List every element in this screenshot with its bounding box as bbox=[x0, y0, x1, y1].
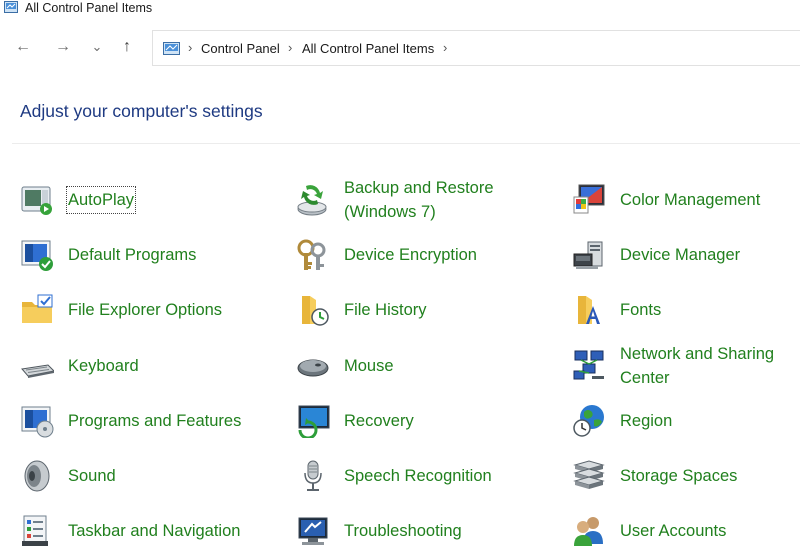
breadcrumb-separator[interactable]: › bbox=[288, 40, 292, 55]
item-label-line2[interactable]: Center bbox=[620, 366, 670, 390]
color-management-icon bbox=[573, 184, 605, 214]
address-bar[interactable]: › Control Panel › All Control Panel Item… bbox=[152, 30, 800, 66]
storage-spaces-icon bbox=[573, 460, 605, 489]
breadcrumb-separator[interactable]: › bbox=[443, 40, 447, 55]
file-history-icon bbox=[302, 296, 329, 326]
breadcrumb-control-panel[interactable]: Control Panel bbox=[201, 41, 280, 56]
item-label[interactable]: AutoPlay bbox=[65, 186, 137, 214]
item-label[interactable]: Color Management bbox=[620, 188, 760, 212]
item-label[interactable]: Recovery bbox=[344, 409, 414, 433]
page-heading: Adjust your computer's settings bbox=[20, 101, 263, 121]
item-label[interactable]: Storage Spaces bbox=[620, 464, 737, 488]
navigation-bar: ← → ⌄ ↑ › Control Panel › All Control Pa… bbox=[0, 30, 800, 66]
backup-restore-icon bbox=[297, 185, 327, 216]
forward-button[interactable]: → bbox=[54, 38, 72, 56]
default-programs-icon bbox=[21, 240, 53, 271]
back-button[interactable]: ← bbox=[14, 38, 32, 56]
item-label[interactable]: File Explorer Options bbox=[68, 298, 222, 322]
device-manager-icon bbox=[573, 241, 603, 269]
control-panel-icon bbox=[163, 42, 180, 55]
item-label[interactable]: Taskbar and Navigation bbox=[68, 519, 240, 543]
taskbar-navigation-icon bbox=[22, 515, 48, 546]
item-label[interactable]: Speech Recognition bbox=[344, 464, 492, 488]
speech-recognition-icon bbox=[304, 460, 322, 491]
item-label-line2[interactable]: (Windows 7) bbox=[344, 200, 436, 224]
region-icon bbox=[573, 405, 604, 437]
title-bar: All Control Panel Items bbox=[0, 0, 800, 16]
item-label[interactable]: Network and Sharing bbox=[620, 342, 774, 366]
item-label[interactable]: Region bbox=[620, 409, 672, 433]
recovery-icon bbox=[298, 405, 330, 438]
fonts-icon bbox=[578, 296, 600, 324]
device-encryption-icon bbox=[297, 239, 326, 270]
breadcrumb-separator[interactable]: › bbox=[188, 40, 192, 55]
divider bbox=[12, 143, 800, 144]
item-label[interactable]: Troubleshooting bbox=[344, 519, 462, 543]
item-label[interactable]: Backup and Restore bbox=[344, 176, 494, 200]
troubleshooting-icon bbox=[298, 517, 328, 545]
network-sharing-icon bbox=[573, 350, 604, 380]
window-title: All Control Panel Items bbox=[25, 1, 153, 15]
mouse-icon bbox=[297, 359, 329, 377]
keyboard-icon bbox=[21, 364, 54, 378]
sound-icon bbox=[24, 460, 50, 492]
item-label[interactable]: Programs and Features bbox=[68, 409, 241, 433]
file-explorer-options-icon bbox=[22, 294, 53, 323]
control-panel-icon bbox=[4, 1, 18, 13]
programs-features-icon bbox=[21, 406, 54, 438]
item-label[interactable]: Keyboard bbox=[68, 354, 139, 378]
item-label[interactable]: Fonts bbox=[620, 298, 661, 322]
up-button[interactable]: ↑ bbox=[118, 38, 136, 56]
user-accounts-icon bbox=[574, 517, 603, 546]
item-label[interactable]: User Accounts bbox=[620, 519, 726, 543]
autoplay-icon bbox=[21, 186, 52, 215]
item-label[interactable]: File History bbox=[344, 298, 427, 322]
item-label[interactable]: Sound bbox=[68, 464, 116, 488]
item-label[interactable]: Mouse bbox=[344, 354, 394, 378]
item-label[interactable]: Default Programs bbox=[68, 243, 196, 267]
item-label[interactable]: Device Manager bbox=[620, 243, 740, 267]
recent-locations-button[interactable]: ⌄ bbox=[88, 38, 106, 56]
item-label[interactable]: Device Encryption bbox=[344, 243, 477, 267]
breadcrumb-all-items[interactable]: All Control Panel Items bbox=[302, 41, 434, 56]
